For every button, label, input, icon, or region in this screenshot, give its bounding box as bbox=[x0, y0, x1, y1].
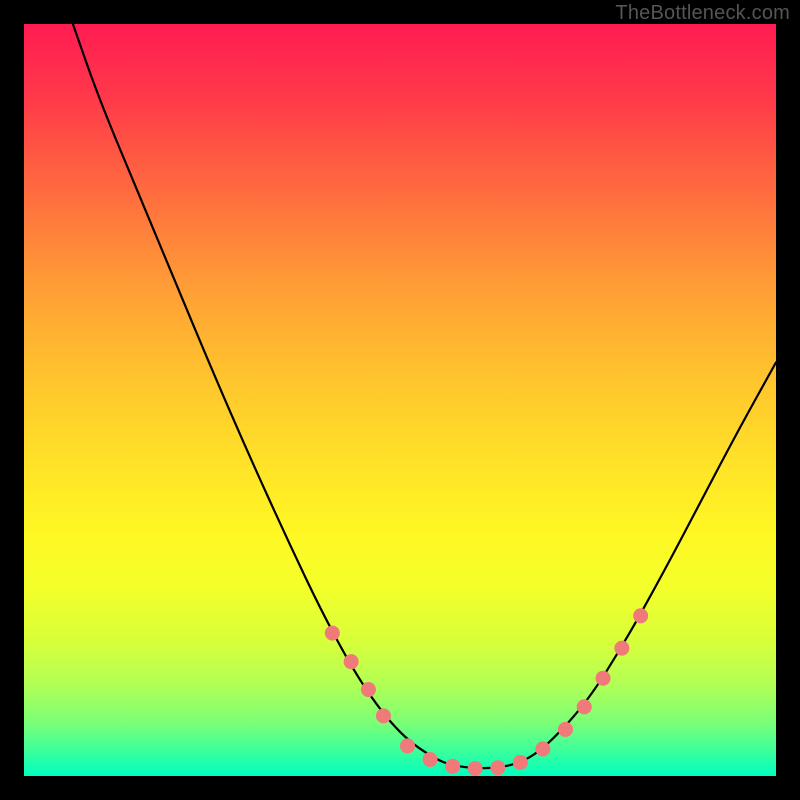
data-point bbox=[361, 682, 376, 697]
data-points bbox=[325, 608, 648, 776]
data-point bbox=[558, 722, 573, 737]
data-point bbox=[445, 759, 460, 774]
data-point bbox=[633, 608, 648, 623]
chart-svg bbox=[24, 24, 776, 776]
data-point bbox=[344, 654, 359, 669]
data-point bbox=[577, 699, 592, 714]
data-point bbox=[535, 741, 550, 756]
data-point bbox=[490, 760, 505, 775]
data-point bbox=[468, 761, 483, 776]
data-point bbox=[325, 626, 340, 641]
plot-area bbox=[24, 24, 776, 776]
data-point bbox=[400, 738, 415, 753]
data-point bbox=[423, 752, 438, 767]
data-point bbox=[596, 671, 611, 686]
watermark-text: TheBottleneck.com bbox=[615, 2, 790, 25]
chart-frame: TheBottleneck.com bbox=[0, 0, 800, 800]
data-point bbox=[376, 708, 391, 723]
data-point bbox=[513, 755, 528, 770]
data-point bbox=[614, 641, 629, 656]
bottleneck-curve bbox=[73, 24, 776, 768]
